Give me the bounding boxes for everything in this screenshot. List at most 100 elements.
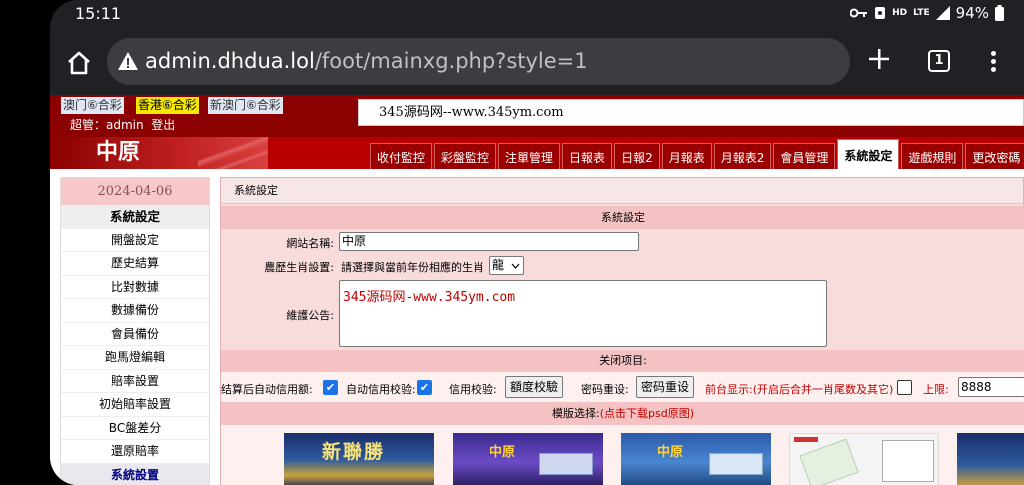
template-label: 模版选择: [552, 407, 600, 420]
limit-input[interactable]: 8888 [958, 377, 1024, 397]
site-name-row: 網站名稱: 中原 [221, 229, 1024, 253]
sidebar-item-compare[interactable]: 比對數據 [61, 276, 209, 299]
sidebar-item-restore-odds[interactable]: 還原賠率 [61, 440, 209, 464]
status-bar: 15:11 HD LTE 94% [75, 4, 1004, 26]
security-icon [875, 7, 886, 19]
zodiac-select[interactable]: 龍 [489, 256, 524, 275]
pwd-reset-label: 密码重设: [581, 383, 629, 396]
panel-title: 系統設定 [221, 178, 1023, 204]
thumb-1-text: 新聯勝 [322, 441, 386, 463]
template-thumb-2[interactable]: 中原 [453, 433, 603, 485]
tab-system-settings[interactable]: 系統設定 [837, 139, 900, 169]
sidebar: 2024-04-06 系統設定 開盤設定 歷史結算 比對數據 數據備份 會員備份… [60, 177, 210, 485]
hd-label: HD [892, 7, 908, 18]
close-items-row: 关闭项目: [221, 350, 1024, 372]
thumb-2-login-box [539, 453, 593, 475]
front-display-checkbox[interactable] [897, 380, 912, 395]
sidebar-item-odds[interactable]: 賠率設置 [61, 370, 209, 393]
url-path: /foot/mainxg.php?style=1 [314, 49, 588, 73]
notice-label: 維護公告: [286, 309, 334, 322]
pwd-reset-button[interactable]: 密码重设 [636, 376, 695, 398]
phone-screen: 15:11 HD LTE 94% admin.dhdua.lol/foot/ma… [50, 0, 1024, 485]
template-thumb-4[interactable] [789, 433, 939, 485]
download-psd-link[interactable]: (点击下载psd原图) [600, 407, 694, 420]
notice-textarea[interactable]: 345源码网-www.345ym.com [339, 280, 827, 347]
sidebar-item-marquee-edit[interactable]: 跑馬燈編輯 [61, 346, 209, 370]
sidebar-item-member-backup[interactable]: 會員備份 [61, 323, 209, 346]
settings-panel: 系統設定 系統設定 網站名稱: 中原 農歷生肖設置: 請選擇與當前年份相應的生肖… [220, 177, 1024, 485]
template-thumb-1[interactable]: 新聯勝 [284, 433, 434, 485]
browser-toolbar: admin.dhdua.lol/foot/mainxg.php?style=1 … [50, 32, 1024, 92]
status-icons: HD LTE 94% [850, 4, 1004, 22]
more-menu-icon[interactable] [991, 51, 997, 73]
sidebar-item-bc-diff[interactable]: BC盤差分 [61, 417, 209, 440]
zodiac-row: 農歷生肖設置: 請選擇與當前年份相應的生肖 龍 [221, 253, 1024, 278]
thumb-4-login-box [882, 440, 934, 482]
limit-label: 上限: [923, 383, 949, 396]
auto-check-checkbox[interactable]: ✔ [417, 380, 432, 395]
thumb-3-login-box [709, 453, 763, 475]
front-display-label: 前台显示:(开启后合并一肖尾数及其它) [705, 383, 894, 396]
sidebar-item-backup[interactable]: 數據備份 [61, 299, 209, 323]
zodiac-label: 農歷生肖設置: [264, 261, 334, 274]
thumb-4-logo [794, 437, 818, 442]
lottery-link-macau[interactable]: 澳门⑥合彩 [61, 97, 124, 114]
zodiac-value: 龍 [492, 258, 505, 272]
template-thumb-3[interactable]: 中原 [621, 433, 771, 485]
status-time: 15:11 [75, 4, 122, 23]
lte-label: LTE [913, 7, 930, 18]
thumb-4-card [799, 438, 859, 485]
notice-row: 維護公告: 345源码网-www.345ym.com [221, 278, 1024, 350]
battery-icon [995, 5, 1004, 21]
tab-monthly-report[interactable]: 月報表 [661, 143, 712, 169]
web-page: 澳门⑥合彩 香港⑥合彩 新澳门⑥合彩 超管：admin 登出 345源码网--w… [50, 95, 1024, 485]
section-title: 系統設定 [221, 206, 1024, 229]
auto-credit-checkbox[interactable]: ✔ [323, 380, 338, 395]
site-name-input[interactable]: 中原 [339, 232, 639, 251]
nav-header: 中原 收付監控 彩盤監控 注單管理 日報表 日報2 月報表 月報表2 會員管理 … [50, 137, 1024, 169]
new-tab-icon[interactable] [868, 48, 890, 70]
signal-icon [935, 6, 950, 20]
battery-text: 94% [955, 4, 989, 22]
tab-daily-report[interactable]: 日報表 [562, 143, 613, 169]
tab-game-rules[interactable]: 遊戲規則 [901, 143, 964, 169]
credit-check-label: 信用校验: [449, 383, 497, 396]
admin-text: 超管：admin [70, 118, 144, 132]
sidebar-item-open-settings[interactable]: 開盤設定 [61, 229, 209, 252]
lottery-link-new-macau[interactable]: 新澳门⑥合彩 [208, 97, 283, 114]
lottery-link-hongkong[interactable]: 香港⑥合彩 [136, 97, 199, 114]
sidebar-item-history[interactable]: 歷史結算 [61, 252, 209, 276]
key-icon [850, 8, 868, 18]
address-bar[interactable]: admin.dhdua.lol/foot/mainxg.php?style=1 [107, 38, 850, 85]
tab-switcher-button[interactable]: 1 [928, 50, 950, 72]
thumb-2-text: 中原 [489, 445, 516, 460]
admin-info: 超管：admin 登出 [70, 116, 175, 133]
options-row: 结算后自动信用额: ✔ 自动信用校验: ✔ 信用校验: 額度校驗 密码重设: 密… [221, 372, 1024, 402]
tab-member-management[interactable]: 會員管理 [773, 143, 836, 169]
sidebar-item-initial-odds[interactable]: 初始賠率設置 [61, 393, 209, 417]
thumb-3-text: 中原 [657, 445, 684, 460]
tab-bet-management[interactable]: 注單管理 [498, 143, 561, 169]
auto-check-label: 自动信用校验: [346, 383, 416, 396]
template-thumb-5[interactable] [957, 433, 1024, 485]
quota-check-button[interactable]: 額度校驗 [505, 376, 564, 398]
marquee-box: 345源码网--www.345ym.com [358, 99, 1024, 126]
top-header: 澳门⑥合彩 香港⑥合彩 新澳门⑥合彩 超管：admin 登出 345源码网--w… [50, 95, 1024, 137]
tab-odds-monitor[interactable]: 彩盤監控 [434, 143, 497, 169]
sidebar-item-system[interactable]: 系統設置 [61, 463, 209, 485]
url-text[interactable]: admin.dhdua.lol/foot/mainxg.php?style=1 [145, 49, 588, 73]
site-name-label: 網站名稱: [286, 237, 334, 250]
url-host: admin.dhdua.lol [145, 49, 315, 73]
zodiac-text: 請選擇與當前年份相應的生肖 [341, 261, 484, 274]
tab-payment-monitor[interactable]: 收付監控 [370, 143, 433, 169]
tab-change-password[interactable]: 更改密碼 [965, 143, 1024, 169]
home-icon[interactable] [65, 49, 93, 77]
tab-daily-report-2[interactable]: 日報2 [614, 143, 660, 169]
tab-monthly-report-2[interactable]: 月報表2 [713, 143, 772, 169]
sidebar-date: 2024-04-06 [61, 178, 209, 205]
warning-icon[interactable] [117, 51, 139, 71]
template-thumbnails: 新聯勝 中原 中原 [221, 425, 1024, 485]
chevron-down-icon [511, 263, 520, 269]
sidebar-heading: 系統設定 [61, 205, 209, 229]
logout-link[interactable]: 登出 [151, 118, 175, 132]
